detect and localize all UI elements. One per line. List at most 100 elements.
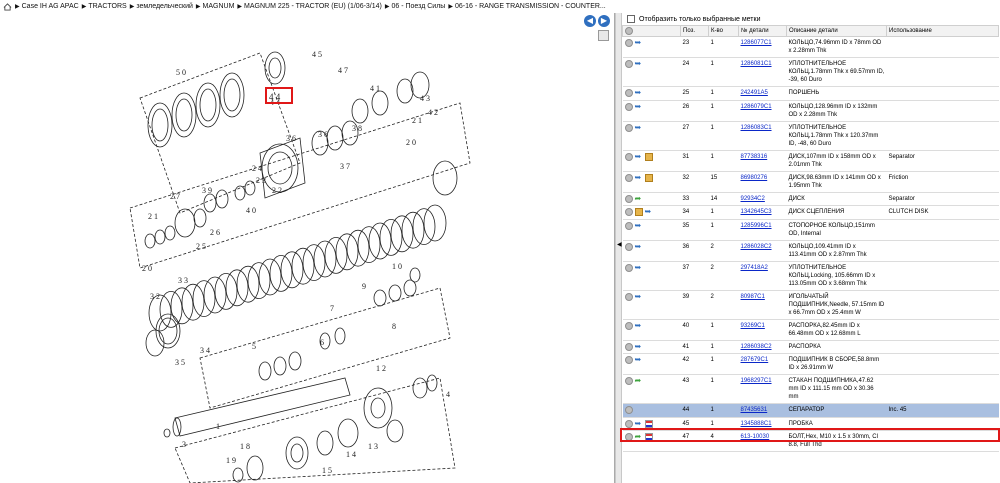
part-number-link[interactable]: 613-10030 xyxy=(741,434,770,440)
callout-label[interactable]: 2 6 xyxy=(210,228,220,237)
callout-label[interactable]: 4 0 xyxy=(246,206,256,215)
header-usage[interactable]: Использование xyxy=(886,25,999,37)
table-row[interactable]: 44 1 87435631 СЕПАРАТОР Inc. 45 xyxy=(622,403,999,418)
callout-label[interactable]: 3 8 xyxy=(352,124,362,133)
table-row[interactable]: ➥ 27 1 1286083C1 УПЛОТНИТЕЛЬНОЕ КОЛЬЦ,1.78mm… xyxy=(622,121,999,151)
callout-label[interactable]: 9 xyxy=(362,282,366,291)
table-row[interactable]: ➦ 47 4 613-10030 БОЛТ,Hex, M10 x 1.5 x 30mm,… xyxy=(622,430,999,453)
info-arrow-icon[interactable]: ➥ xyxy=(635,356,643,364)
pane-splitter[interactable]: ◀ xyxy=(615,13,622,483)
info-arrow-icon[interactable]: ➥ xyxy=(635,342,643,351)
callout-label[interactable]: 3 5 xyxy=(175,358,185,367)
part-number-link[interactable]: 87738316 xyxy=(741,154,768,160)
replacement-arrow-icon[interactable]: ➦ xyxy=(635,377,643,385)
part-number-link[interactable]: 242491A5 xyxy=(741,90,768,96)
info-arrow-icon[interactable]: ➥ xyxy=(635,39,643,47)
breadcrumb-item[interactable]: Case IH AG APAC xyxy=(22,3,79,10)
info-arrow-icon[interactable]: ➥ xyxy=(635,60,643,68)
select-circle-icon[interactable] xyxy=(624,292,633,301)
callout-label[interactable]: 8 xyxy=(392,322,396,331)
collapse-arrow-icon[interactable]: ◀ xyxy=(617,241,622,248)
breadcrumb-item[interactable]: MAGNUM 225 - TRACTOR (EU) (1/06-3/14) xyxy=(244,3,382,10)
callout-label[interactable]: 4 7 xyxy=(338,66,348,75)
header-pos[interactable]: Поз. xyxy=(680,25,709,37)
package-icon[interactable] xyxy=(634,208,643,217)
table-row[interactable]: ➦ 43 1 1968297C1 СТАКАН ПОДШИПНИКА,47.62 mm … xyxy=(622,374,999,405)
table-row[interactable]: ➥ 37 2 297418A2 УПЛОТНИТЕЛЬНОЕ КОЛЬЦ,Locking… xyxy=(622,261,999,291)
package-icon[interactable] xyxy=(644,152,653,161)
part-number-link[interactable]: 87435631 xyxy=(741,407,768,413)
callout-label[interactable]: 2 1 xyxy=(412,116,422,125)
select-circle-icon[interactable] xyxy=(624,60,633,68)
select-circle-icon[interactable] xyxy=(624,221,633,230)
breadcrumb-item[interactable]: 06 - Поезд Силы xyxy=(392,3,446,10)
table-row[interactable]: ➥ 31 1 87738316 ДИСК,107mm ID x 158mm OD x 2… xyxy=(622,150,999,172)
select-circle-icon[interactable] xyxy=(624,123,633,132)
part-number-link[interactable]: 297418A2 xyxy=(741,265,768,271)
header-qty[interactable]: К-во xyxy=(708,25,739,37)
table-row[interactable]: ➥ 25 1 242491A5 ПОРШЕНЬ xyxy=(622,86,999,101)
callout-label[interactable]: 3 4 xyxy=(200,346,210,355)
diagram-zoom-box[interactable] xyxy=(598,30,609,41)
info-arrow-icon[interactable]: ➥ xyxy=(635,102,643,111)
part-number-link[interactable]: 93269C1 xyxy=(741,323,765,329)
header-description[interactable]: Описание детали xyxy=(786,25,887,37)
table-row[interactable]: ➥ 40 1 93269C1 РАСПОРКА,82.45mm ID x 66.48mm… xyxy=(622,319,999,341)
table-row[interactable]: ➥ 41 1 1286038C2 РАСПОРКА xyxy=(622,340,999,355)
select-circle-icon[interactable] xyxy=(624,194,633,203)
part-number-link[interactable]: 92934C2 xyxy=(741,196,765,202)
table-row[interactable]: ➥ 36 2 1286028C2 КОЛЬЦО,109.41mm ID x 113.41… xyxy=(622,240,999,262)
callout-label[interactable]: 2 7 xyxy=(170,192,180,201)
info-arrow-icon[interactable]: ➥ xyxy=(635,173,643,182)
callout-label[interactable]: 1 0 xyxy=(392,262,402,271)
part-number-link[interactable]: 1286028C2 xyxy=(741,244,772,250)
callout-label[interactable]: 3 3 xyxy=(178,276,188,285)
select-circle-icon[interactable] xyxy=(624,342,633,351)
info-arrow-icon[interactable]: ➥ xyxy=(635,242,643,251)
select-circle-icon[interactable] xyxy=(624,356,633,365)
select-circle-icon[interactable] xyxy=(624,242,633,251)
part-number-link[interactable]: 1342645C3 xyxy=(741,209,772,215)
callout-label[interactable]: 2 0 xyxy=(142,264,152,273)
breadcrumb-item[interactable]: TRACTORS xyxy=(88,3,126,10)
callout-label[interactable]: 2 1 xyxy=(148,212,158,221)
callout-label[interactable]: 6 xyxy=(320,338,324,347)
part-number-link[interactable]: 80987C1 xyxy=(741,294,765,300)
table-row[interactable]: ➥ 23 1 1286077C1 КОЛЬЦО,74.96mm ID x 78mm OD… xyxy=(622,36,999,58)
package-icon[interactable] xyxy=(644,173,653,182)
callout-label[interactable]: 7 xyxy=(330,304,334,313)
table-row[interactable]: ➥ 32 15 86980276 ДИСК,98.63mm ID x 141mm OD … xyxy=(622,171,999,193)
info-arrow-icon[interactable]: ➥ xyxy=(635,292,643,301)
callout-label[interactable]: 3 7 xyxy=(340,162,350,171)
callout-label[interactable]: 1 3 xyxy=(368,442,378,451)
show-selected-only-checkbox[interactable] xyxy=(627,15,635,23)
callout-label[interactable]: 1 2 xyxy=(376,364,386,373)
callout-label[interactable]: 1 5 xyxy=(322,466,332,475)
table-row[interactable]: ➥ 42 1 287679C1 ПОДШИПНИК В СБОРЕ,58.8mm ID … xyxy=(622,353,999,376)
select-circle-icon[interactable] xyxy=(624,173,633,182)
callout-label[interactable]: 1 9 xyxy=(226,456,236,465)
info-arrow-icon[interactable]: ➥ xyxy=(635,221,643,230)
select-all-icon[interactable] xyxy=(625,27,633,35)
callout-label[interactable]: 2 4 xyxy=(252,164,262,173)
breadcrumb-item[interactable]: MAGNUM xyxy=(203,3,235,10)
info-arrow-icon[interactable]: ➥ xyxy=(635,321,643,330)
select-circle-icon[interactable] xyxy=(624,152,633,161)
select-circle-icon[interactable] xyxy=(624,377,633,386)
info-arrow-icon[interactable]: ➥ xyxy=(635,152,643,161)
select-circle-icon[interactable] xyxy=(624,263,633,272)
select-circle-icon[interactable] xyxy=(624,89,633,97)
callout-label[interactable]: 4 3 xyxy=(420,94,430,103)
home-icon[interactable] xyxy=(3,2,12,11)
info-arrow-icon[interactable]: ➥ xyxy=(635,89,643,97)
callout-label[interactable]: 5 0 xyxy=(176,68,186,77)
callout-label[interactable]: 2 2 xyxy=(272,186,282,195)
callout-label[interactable]: 2 0 xyxy=(406,138,416,147)
select-circle-icon[interactable] xyxy=(624,433,633,442)
table-row[interactable]: ➥ 45 1 1345888C1 ПРОБКА xyxy=(622,417,999,432)
callout-label[interactable]: 4 xyxy=(446,390,450,399)
callout-label[interactable]: 5 xyxy=(252,342,256,351)
select-circle-icon[interactable] xyxy=(624,321,633,330)
part-number-link[interactable]: 287679C1 xyxy=(741,357,769,363)
table-row[interactable]: ➥ 34 1 1342645C3 ДИСК СЦЕПЛЕНИЯ CLUTCH DISK xyxy=(622,205,999,220)
